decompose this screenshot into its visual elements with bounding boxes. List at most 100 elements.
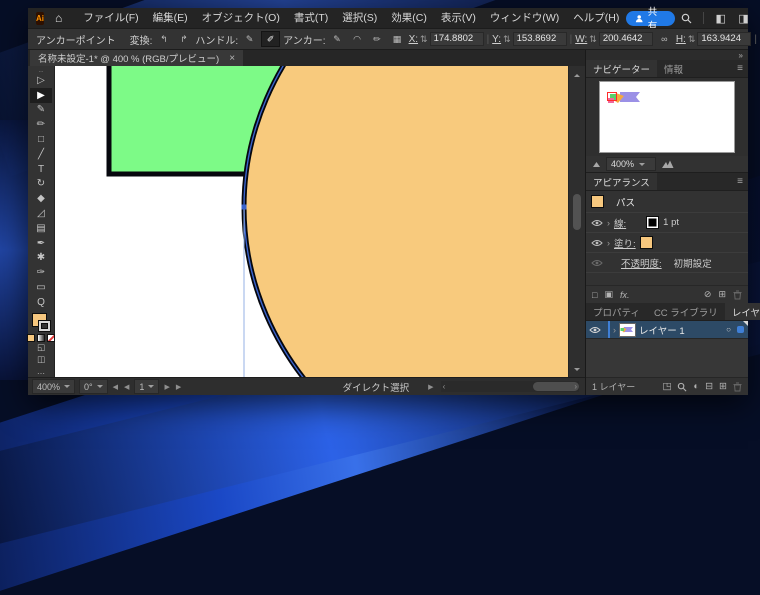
status-play-icon[interactable]: ▶ [427, 383, 434, 391]
fill-color-swatch[interactable] [640, 236, 653, 249]
tab-properties[interactable]: プロパティ [586, 303, 647, 320]
collect-for-export-icon[interactable]: ◳ [662, 381, 671, 392]
add-anchor-icon[interactable]: ✎ [329, 32, 346, 46]
document-tab[interactable]: 名称未設定-1* @ 400 % (RGB/プレビュー) × [30, 50, 243, 66]
color-mode-icon[interactable] [27, 334, 35, 342]
zoom-tool[interactable]: Q [30, 295, 52, 310]
rectangle-tool[interactable]: □ [30, 133, 52, 148]
menu-type[interactable]: 書式(T) [287, 8, 335, 28]
appearance-item-row[interactable]: パス [586, 191, 748, 213]
w-label[interactable]: W: [575, 34, 587, 45]
illustrator-app-icon[interactable]: Ai [36, 12, 44, 25]
opacity-label[interactable]: 不透明度: [621, 256, 662, 270]
new-layer-icon[interactable]: ⊞ [719, 381, 727, 392]
gradient-tool[interactable]: ▤ [30, 221, 52, 236]
show-handles-icon[interactable]: ✎ [241, 32, 258, 46]
remove-anchor-icon[interactable]: ✏ [369, 32, 386, 46]
search-icon[interactable] [677, 13, 698, 24]
layer-selection-indicator[interactable] [737, 326, 744, 333]
next-artboard-icon[interactable]: ▶ [163, 383, 170, 391]
tab-layers[interactable]: レイヤー [725, 303, 760, 320]
add-effect-icon[interactable]: fx. [620, 290, 630, 300]
fill-stroke-control[interactable] [30, 313, 52, 332]
previous-artboard-icon[interactable]: ◀ [123, 383, 130, 391]
fill-row[interactable]: › 塗り: [586, 233, 748, 253]
convert-to-smooth-icon[interactable]: ↱ [175, 32, 192, 46]
tab-info[interactable]: 情報 [657, 60, 690, 77]
new-fill-icon[interactable]: ▣ [604, 289, 613, 300]
menu-select[interactable]: 選択(S) [335, 8, 384, 28]
artboard-canvas[interactable] [55, 66, 568, 377]
make-mask-icon[interactable]: ◐ [693, 381, 699, 392]
x-stepper[interactable]: ⇅ [420, 34, 428, 45]
y-stepper[interactable]: ⇅ [503, 34, 511, 45]
stroke-label[interactable]: 線: [614, 216, 626, 230]
screen-mode-icon[interactable]: ◫ [30, 354, 52, 366]
layer-expand-icon[interactable]: › [613, 325, 616, 335]
pen-tool[interactable]: ✎ [30, 103, 52, 118]
w-input[interactable]: 200.4642 [599, 32, 653, 46]
navigator-zoom-input[interactable]: 400% [606, 157, 656, 171]
navigator-preview[interactable] [599, 81, 735, 153]
tab-appearance[interactable]: アピアランス [586, 173, 657, 190]
h-input[interactable]: 163.9424 [697, 32, 751, 46]
expand-icon[interactable]: › [607, 218, 610, 228]
stroke-weight-value[interactable]: 1 pt [663, 217, 679, 228]
close-tab-icon[interactable]: × [229, 53, 235, 64]
type-tool[interactable]: T [30, 162, 52, 177]
clear-appearance-icon[interactable]: ⊘ [704, 289, 712, 300]
workspace-switcher-icon[interactable]: ◨ [733, 12, 754, 25]
zoom-level-select[interactable]: 400% [32, 379, 75, 394]
arrange-documents-icon[interactable]: ◧ [710, 12, 731, 25]
menu-file[interactable]: ファイル(F) [76, 8, 145, 28]
delete-item-icon[interactable] [733, 290, 742, 300]
current-tool-status[interactable]: ダイレクト選択 [343, 380, 410, 394]
more-tools-icon[interactable]: … [30, 365, 52, 377]
direct-selection-tool[interactable]: ▶ [30, 88, 52, 103]
collapse-panels-icon[interactable]: » [739, 51, 743, 60]
horizontal-scrollbar[interactable]: ‹ › [441, 381, 579, 392]
first-artboard-icon[interactable]: ◀ [112, 383, 119, 391]
panel-menu-icon[interactable]: ≡ [732, 60, 748, 77]
last-artboard-icon[interactable]: ▶ [175, 383, 182, 391]
locate-object-icon[interactable] [677, 382, 687, 392]
menu-help[interactable]: ヘルプ(H) [566, 8, 626, 28]
zoom-in-mountain-icon[interactable] [661, 159, 674, 169]
blend-tool[interactable]: ✱ [30, 251, 52, 266]
scroll-left-icon[interactable]: ‹ [443, 382, 446, 391]
layer-thumbnail[interactable] [619, 323, 636, 337]
anchor-point-handle[interactable] [242, 205, 247, 210]
eyedropper-tool[interactable]: ✒ [30, 236, 52, 251]
zoom-out-mountain-icon[interactable] [592, 160, 601, 168]
home-icon[interactable]: ⌂ [55, 12, 62, 24]
draw-mode-icon[interactable]: ◱ [30, 342, 52, 354]
hide-handles-icon[interactable]: ✐ [261, 31, 280, 47]
scroll-up-icon[interactable] [574, 71, 580, 77]
selection-tool[interactable]: ▷ [30, 73, 52, 88]
expand-icon[interactable]: › [607, 238, 610, 248]
none-mode-icon[interactable] [47, 334, 55, 342]
gradient-mode-icon[interactable] [37, 334, 45, 342]
h-stepper[interactable]: ⇅ [688, 34, 696, 45]
rotation-select[interactable]: 0° [79, 379, 108, 394]
line-segment-tool[interactable]: ╱ [30, 147, 52, 162]
stroke-color-swatch[interactable] [646, 216, 659, 229]
vertical-scroll-thumb[interactable] [573, 194, 581, 230]
opacity-value[interactable]: 初期設定 [674, 256, 712, 270]
panel-menu-icon[interactable]: ≡ [732, 173, 748, 190]
layer-name[interactable]: レイヤー 1 [639, 323, 685, 337]
visibility-eye-icon[interactable] [591, 239, 603, 247]
artboard-tool[interactable]: ▭ [30, 281, 52, 296]
visibility-eye-icon[interactable] [591, 219, 603, 227]
delete-layer-icon[interactable] [733, 382, 742, 392]
menu-window[interactable]: ウィンドウ(W) [483, 8, 566, 28]
hand-tool[interactable]: ✑ [30, 266, 52, 281]
eraser-tool[interactable]: ◆ [30, 192, 52, 207]
link-dimensions-icon[interactable]: ∞ [656, 32, 673, 46]
layer-row[interactable]: › レイヤー 1 ○ [586, 321, 748, 339]
duplicate-item-icon[interactable]: ⊞ [718, 289, 726, 300]
menu-edit[interactable]: 編集(E) [146, 8, 195, 28]
new-stroke-icon[interactable]: □ [592, 290, 597, 300]
share-button[interactable]: 共有 [626, 11, 674, 26]
y-label[interactable]: Y: [492, 34, 501, 45]
